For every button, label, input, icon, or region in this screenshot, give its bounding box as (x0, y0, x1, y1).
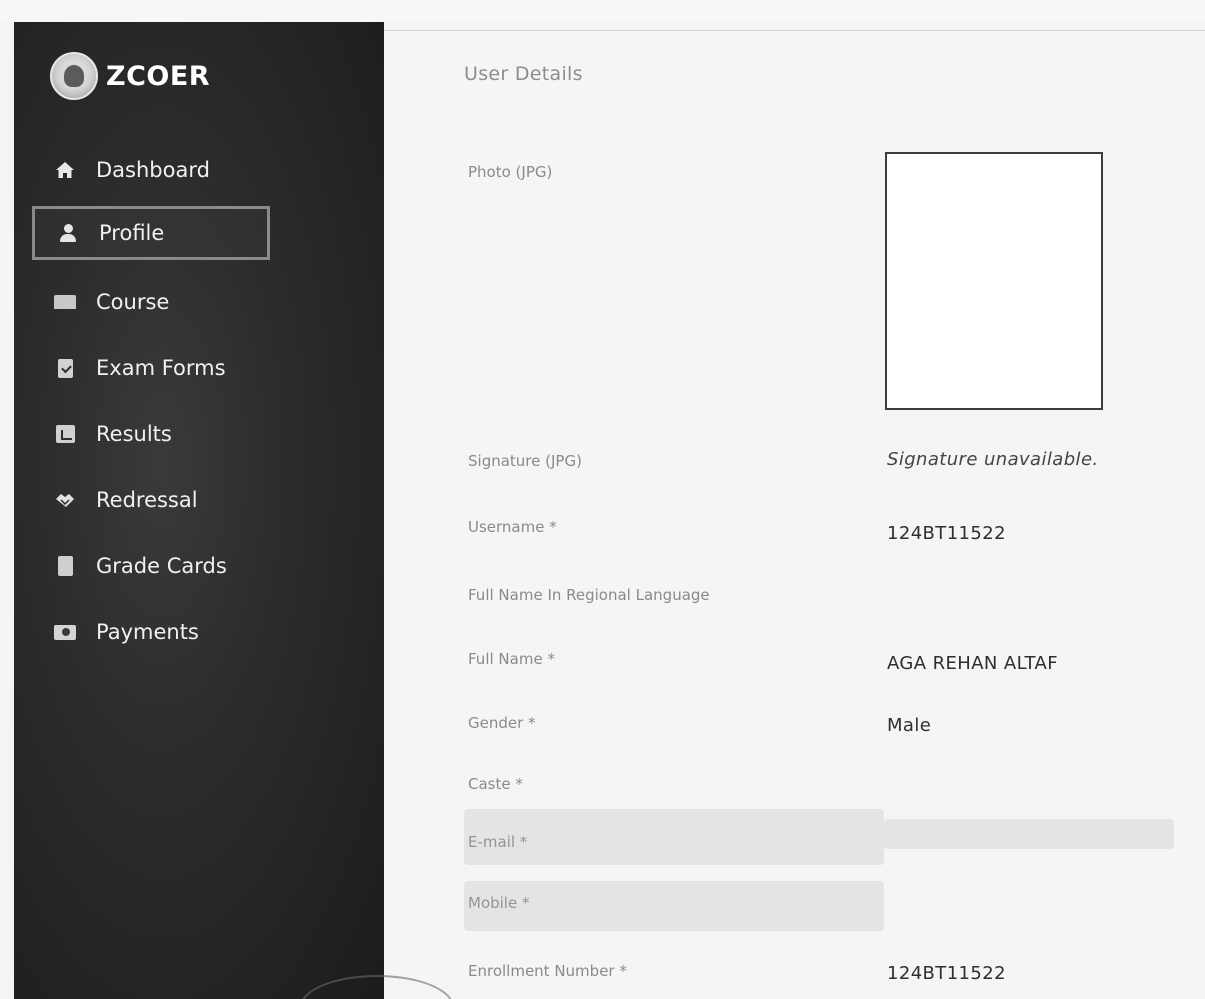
sidebar-item-results[interactable]: Results (54, 414, 172, 454)
sidebar-item-redressal[interactable]: Redressal (54, 480, 198, 520)
document-icon (54, 555, 76, 577)
sidebar-item-label: Grade Cards (96, 554, 227, 578)
sidebar-item-course[interactable]: Course (54, 282, 169, 322)
college-emblem-logo (50, 52, 98, 100)
chart-icon (54, 423, 76, 445)
signature-value: Signature unavailable. (887, 449, 1099, 470)
sidebar-item-payments[interactable]: Payments (54, 612, 199, 652)
brand[interactable]: ZCOER (50, 52, 210, 100)
book-icon (54, 291, 76, 313)
handshake-icon (54, 489, 76, 511)
page-title: User Details (464, 63, 583, 85)
sidebar-item-profile[interactable]: Profile (32, 206, 270, 260)
username-value: 124BT11522 (887, 523, 1006, 544)
home-icon (54, 159, 76, 181)
sidebar: ZCOER Dashboard Profile Course Exam Form… (14, 22, 384, 999)
full-name-regional-label: Full Name In Regional Language (468, 586, 710, 604)
money-icon (54, 621, 76, 643)
sidebar-item-exam-forms[interactable]: Exam Forms (54, 348, 226, 388)
sidebar-item-dashboard[interactable]: Dashboard (54, 150, 210, 190)
redacted-mobile-area (464, 881, 884, 931)
full-name-label: Full Name * (468, 650, 555, 668)
clipboard-check-icon (54, 357, 76, 379)
sidebar-item-label: Exam Forms (96, 356, 226, 380)
full-name-value: AGA REHAN ALTAF (887, 653, 1059, 674)
sidebar-item-label: Results (96, 422, 172, 446)
enrollment-label: Enrollment Number * (468, 962, 627, 980)
emblem-shield (62, 63, 86, 89)
sidebar-item-label: Redressal (96, 488, 198, 512)
username-label: Username * (468, 518, 557, 536)
sidebar-item-label: Payments (96, 620, 199, 644)
gender-label: Gender * (468, 714, 536, 732)
redacted-email-value-area (884, 819, 1174, 849)
photo-label: Photo (JPG) (468, 163, 553, 181)
sidebar-item-grade-cards[interactable]: Grade Cards (54, 546, 227, 586)
sidebar-item-label: Profile (99, 221, 165, 245)
user-icon (57, 222, 79, 244)
sidebar-item-label: Course (96, 290, 170, 314)
user-details-panel: User Details Photo (JPG) Signature (JPG)… (384, 31, 1205, 999)
top-margin (0, 0, 1205, 22)
photo-preview (885, 152, 1103, 410)
enrollment-value: 124BT11522 (887, 963, 1006, 984)
signature-label: Signature (JPG) (468, 452, 582, 470)
redacted-email-area (464, 809, 884, 865)
brand-name: ZCOER (106, 60, 211, 92)
caste-label: Caste * (468, 775, 523, 793)
screen: ZCOER Dashboard Profile Course Exam Form… (0, 0, 1205, 999)
gender-value: Male (887, 715, 932, 736)
sidebar-item-label: Dashboard (96, 158, 210, 182)
